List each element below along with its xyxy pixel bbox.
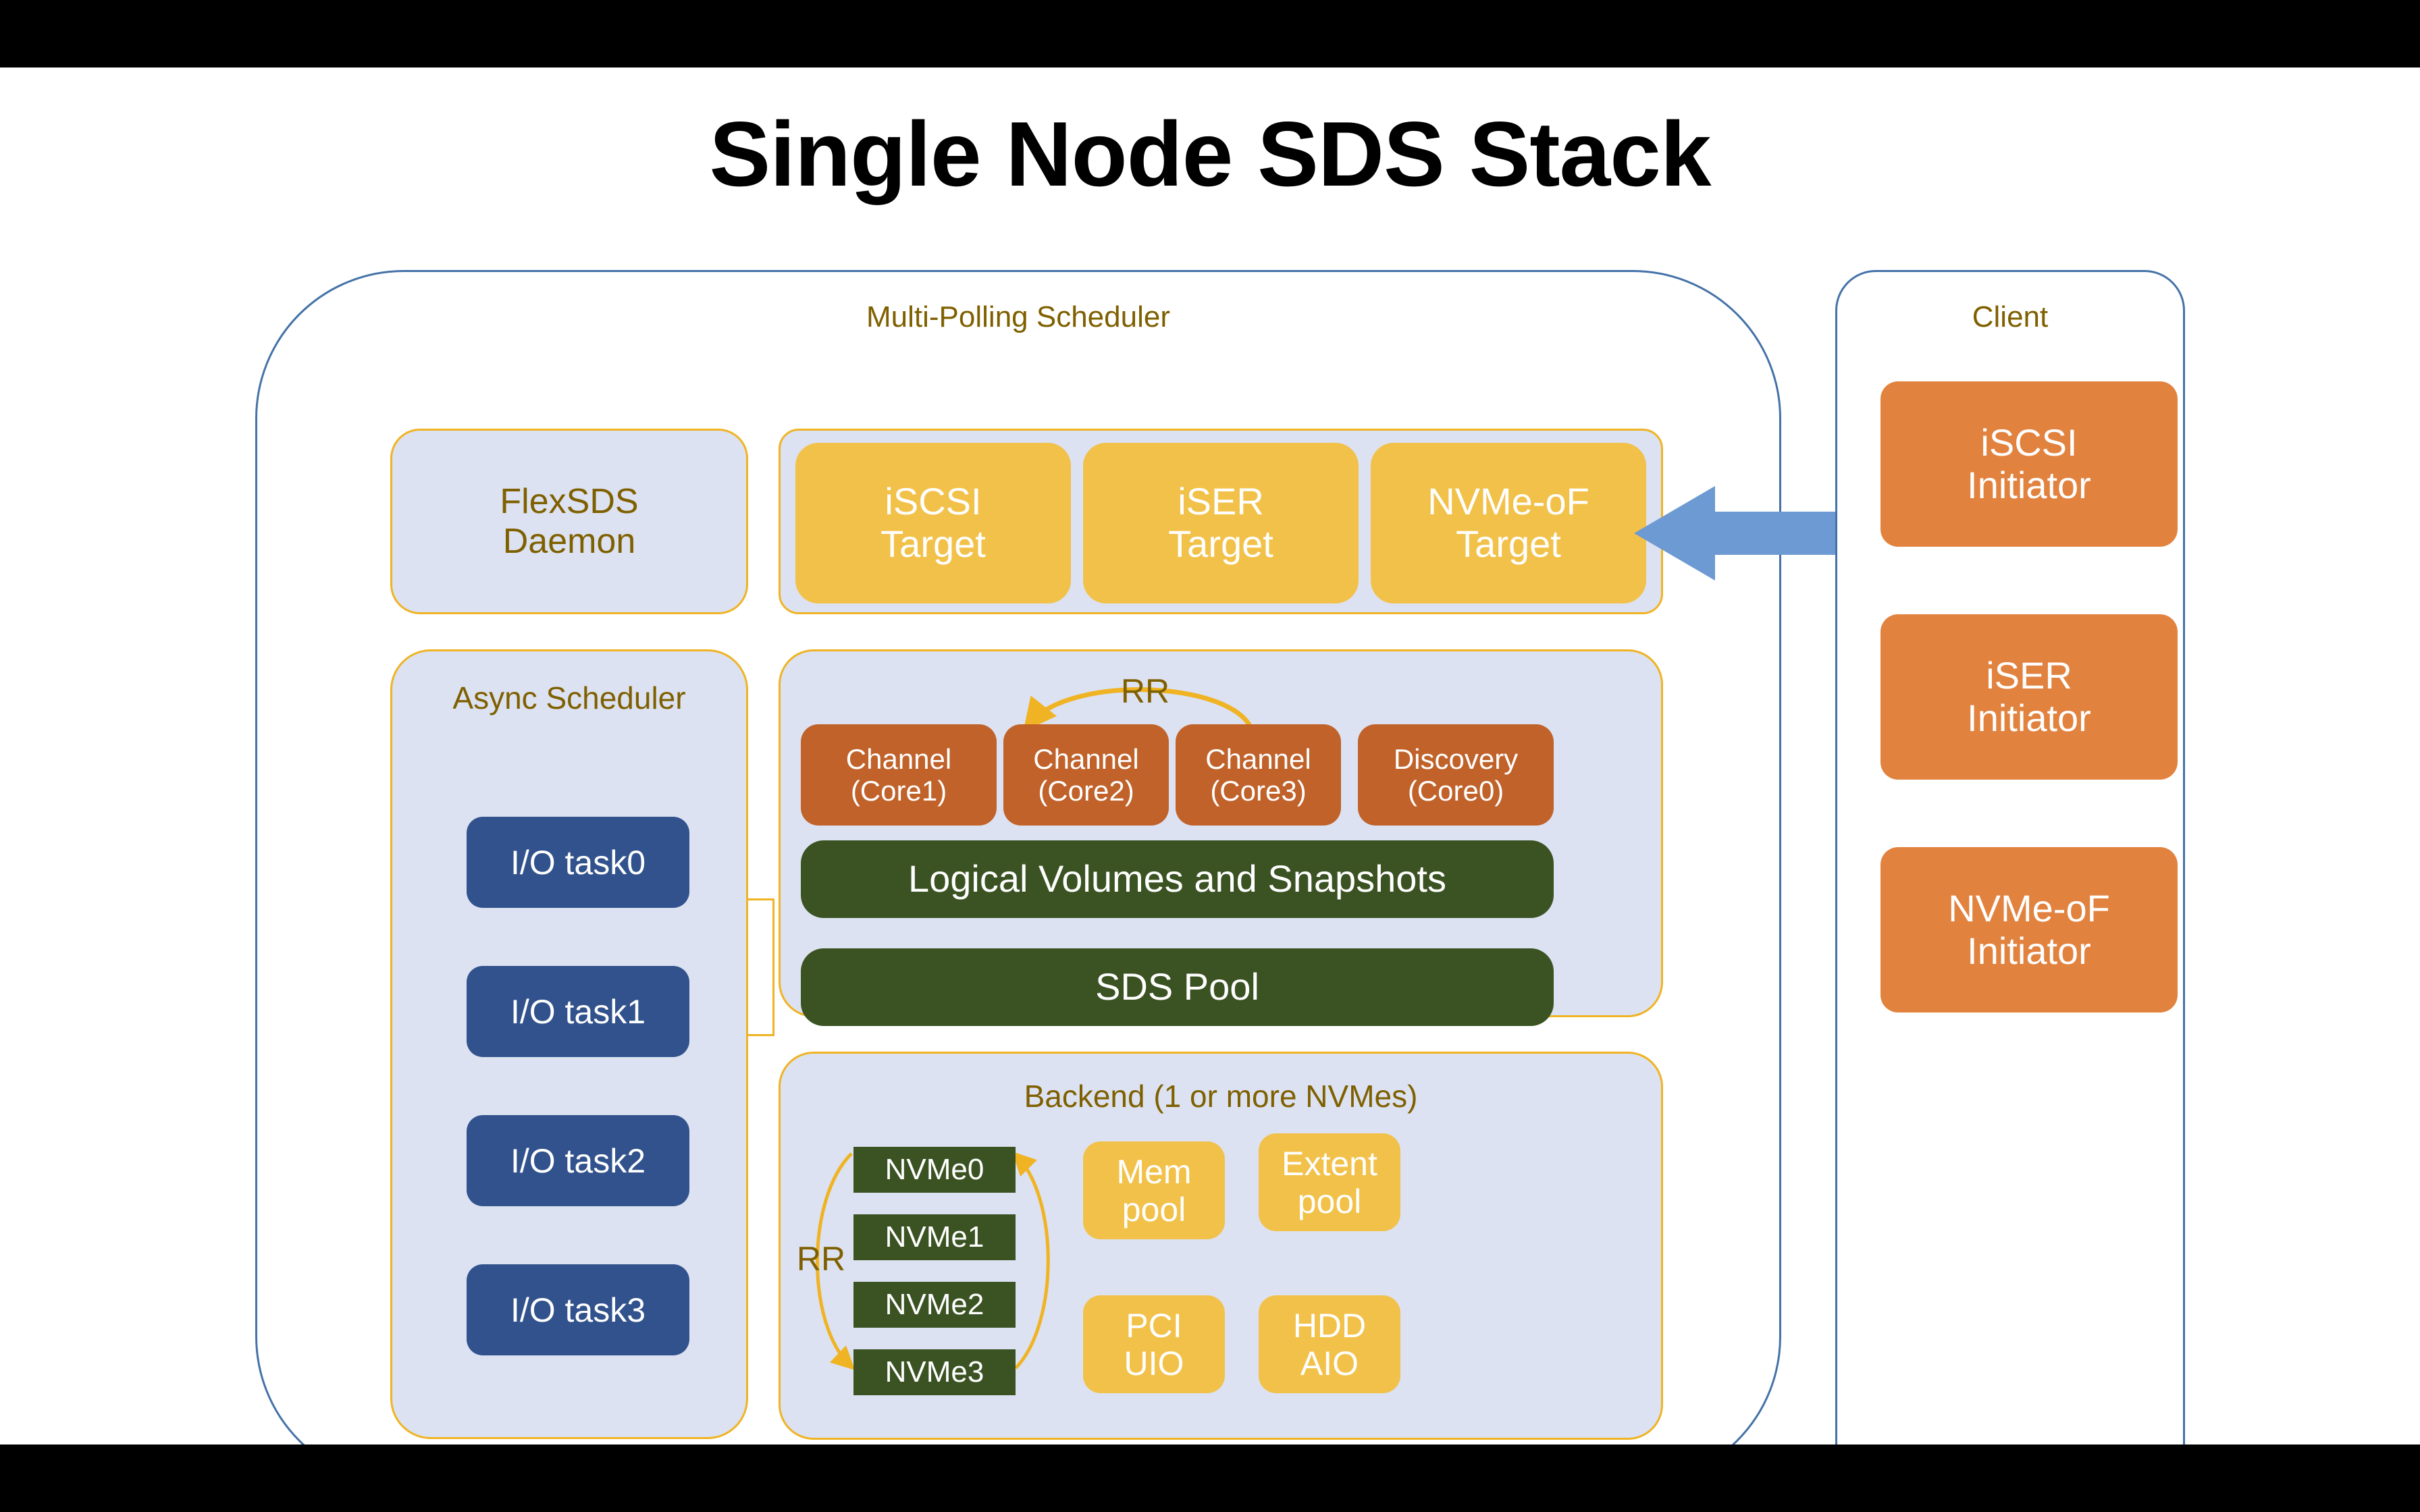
nvme3-box[interactable]: NVMe3 bbox=[853, 1349, 1016, 1395]
nvmeof-target-box[interactable]: NVMe-oF Target bbox=[1371, 443, 1646, 603]
rr-label-cores: RR bbox=[1120, 672, 1170, 710]
io-task1-box[interactable]: I/O task1 bbox=[467, 966, 689, 1057]
channel-core2-box[interactable]: Channel (Core2) bbox=[1003, 724, 1169, 826]
io-task3-box[interactable]: I/O task3 bbox=[467, 1264, 689, 1355]
mem-pool-box[interactable]: Mem pool bbox=[1083, 1141, 1225, 1239]
rr-label-nvme: RR bbox=[796, 1240, 846, 1278]
iser-initiator-box[interactable]: iSER Initiator bbox=[1880, 614, 2178, 780]
core-layers-panel: RR Channel (Core1) Channel (Core2) Chann… bbox=[779, 649, 1663, 1026]
extent-pool-box[interactable]: Extent pool bbox=[1259, 1133, 1400, 1231]
backend-panel: Backend (1 or more NVMes) RR NVMe0 NVMe1… bbox=[779, 1052, 1663, 1440]
async-scheduler-label: Async Scheduler bbox=[452, 680, 686, 716]
pci-uio-box[interactable]: PCI UIO bbox=[1083, 1295, 1225, 1393]
async-panel-connector-edge bbox=[772, 898, 774, 1036]
iser-target-box[interactable]: iSER Target bbox=[1083, 443, 1359, 603]
hdd-aio-box[interactable]: HDD AIO bbox=[1259, 1295, 1400, 1393]
async-panel-connector-notch bbox=[746, 898, 774, 900]
async-scheduler-panel: Async Scheduler I/O task0 I/O task1 I/O … bbox=[390, 649, 748, 1439]
sds-pool-box[interactable]: SDS Pool bbox=[801, 948, 1554, 1026]
iscsi-initiator-box[interactable]: iSCSI Initiator bbox=[1880, 381, 2178, 547]
multi-polling-scheduler-label: Multi-Polling Scheduler bbox=[866, 300, 1170, 333]
nvme1-box[interactable]: NVMe1 bbox=[853, 1214, 1016, 1260]
discovery-core0-box[interactable]: Discovery (Core0) bbox=[1358, 724, 1554, 826]
async-panel-connector-notch-2 bbox=[746, 1034, 774, 1036]
page-title: Single Node SDS Stack bbox=[709, 103, 1712, 205]
logical-volumes-box[interactable]: Logical Volumes and Snapshots bbox=[801, 840, 1554, 918]
io-task2-box[interactable]: I/O task2 bbox=[467, 1115, 689, 1206]
nvme0-box[interactable]: NVMe0 bbox=[853, 1147, 1016, 1193]
channel-core3-box[interactable]: Channel (Core3) bbox=[1176, 724, 1341, 826]
nvme2-box[interactable]: NVMe2 bbox=[853, 1282, 1016, 1328]
slide-canvas: Single Node SDS Stack Multi-Polling Sche… bbox=[0, 68, 2420, 1444]
flexsds-daemon-panel: FlexSDS Daemon bbox=[390, 429, 748, 614]
targets-panel: iSCSI Target iSER Target NVMe-oF Target bbox=[779, 429, 1663, 614]
iscsi-target-box[interactable]: iSCSI Target bbox=[795, 443, 1071, 603]
nvmeof-initiator-box[interactable]: NVMe-oF Initiator bbox=[1880, 847, 2178, 1013]
client-label: Client bbox=[1972, 300, 2049, 333]
flexsds-daemon-label: FlexSDS Daemon bbox=[500, 482, 639, 561]
io-task0-box[interactable]: I/O task0 bbox=[467, 817, 689, 908]
channel-core1-box[interactable]: Channel (Core1) bbox=[801, 724, 997, 826]
